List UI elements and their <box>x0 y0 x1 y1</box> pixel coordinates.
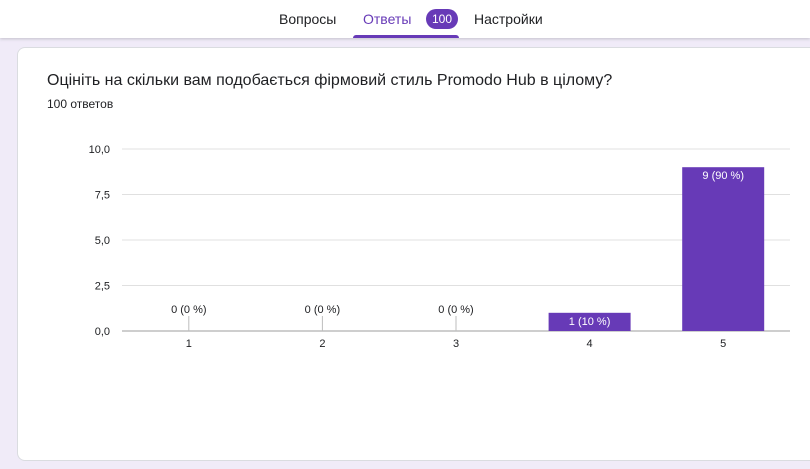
y-tick-label: 7,5 <box>95 190 110 202</box>
bar-data-label: 0 (0 %) <box>438 304 473 316</box>
x-tick-label: 4 <box>587 338 593 350</box>
bar-data-label: 1 (10 %) <box>569 316 611 328</box>
y-tick-label: 2,5 <box>95 281 110 293</box>
x-tick-label: 1 <box>186 338 192 350</box>
bar-data-label: 0 (0 %) <box>171 304 206 316</box>
y-tick-label: 10,0 <box>89 144 110 156</box>
y-tick-label: 0,0 <box>95 326 110 338</box>
y-tick-label: 5,0 <box>95 235 110 247</box>
bar-data-label: 0 (0 %) <box>305 304 340 316</box>
x-tick-label: 2 <box>319 338 325 350</box>
x-tick-label: 3 <box>453 338 459 350</box>
bar-data-label: 9 (90 %) <box>702 170 744 182</box>
bar <box>682 167 765 331</box>
bar-chart: 0,0 2,5 5,0 7,5 10,0 0 (0 %) 1 0 (0 %) 2 0 (0 %) 3… <box>89 144 790 350</box>
x-tick-label: 5 <box>720 338 726 350</box>
